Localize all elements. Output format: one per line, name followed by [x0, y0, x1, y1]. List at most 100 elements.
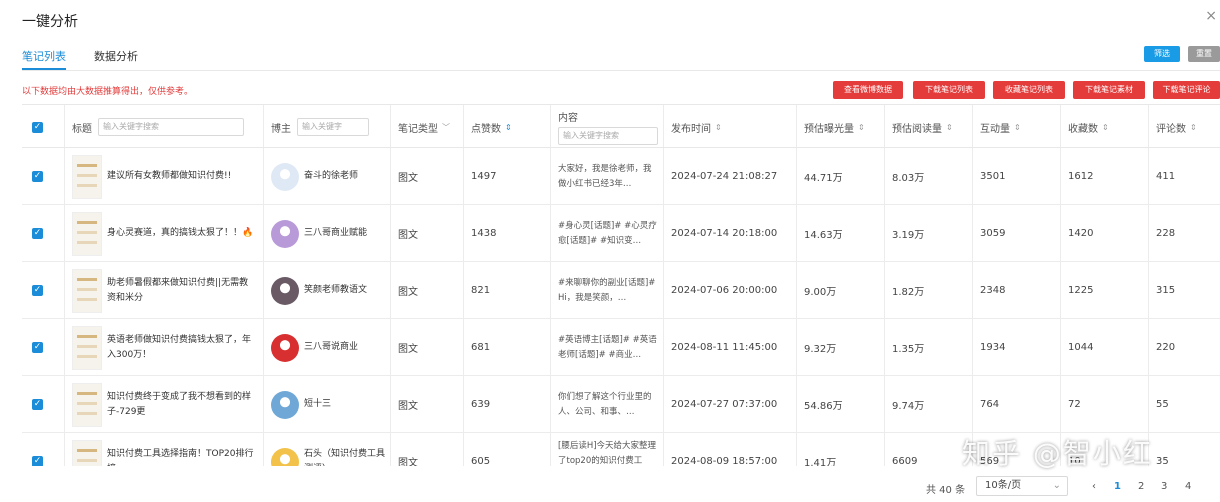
blogger-avatar[interactable]: [271, 333, 299, 362]
sort-icon[interactable]: ⇕: [858, 123, 865, 132]
note-title[interactable]: 知识付费工具选择指南！TOP20排行榜: [107, 447, 257, 467]
blogger-avatar[interactable]: [271, 390, 299, 419]
likes-count: 681: [471, 342, 491, 353]
header-interactions[interactable]: 互动量: [980, 120, 1010, 135]
header-reads[interactable]: 预估阅读量: [892, 120, 942, 135]
note-thumbnail[interactable]: [72, 439, 102, 466]
dialog-header: 一键分析 ×: [0, 0, 1220, 40]
title-search-input[interactable]: 输入关键字搜索: [98, 118, 244, 136]
notes-table: ✓ 标题 输入关键字搜索 博主 输入关键字 笔记类型 ﹀ 点赞数 ⇕ 内容 输入…: [22, 104, 1220, 466]
sort-icon[interactable]: ⇕: [715, 123, 722, 132]
exposure-value: 1.41万: [804, 458, 837, 466]
note-title[interactable]: 英语老师做知识付费搞钱太狠了，年入300万！: [107, 333, 257, 363]
page-1-button[interactable]: 1: [1114, 481, 1121, 492]
row-checkbox[interactable]: ✓: [32, 399, 43, 410]
chevron-down-icon: ⌄: [1052, 480, 1061, 491]
blogger-name[interactable]: 石头（知识付费工具测评）: [304, 447, 390, 467]
page-2-button[interactable]: 2: [1138, 481, 1144, 492]
reads-value: 8.03万: [892, 173, 925, 184]
comments-value: 315: [1156, 285, 1176, 296]
exposure-value: 54.86万: [804, 401, 843, 412]
sort-icon[interactable]: ⇕: [1190, 123, 1197, 132]
note-title[interactable]: 建议所有女教师都做知识付费!!: [107, 169, 257, 184]
header-blogger: 博主: [271, 123, 291, 135]
header-favorites[interactable]: 收藏数: [1068, 120, 1098, 135]
publish-time: 2024-07-24 21:08:27: [671, 171, 778, 182]
content-search-input[interactable]: 输入关键字搜索: [558, 127, 658, 145]
page-size-select[interactable]: 10条/页 ⌄: [976, 476, 1068, 496]
select-all-checkbox[interactable]: ✓: [32, 121, 43, 133]
note-thumbnail[interactable]: [72, 154, 102, 199]
note-type: 图文: [398, 173, 418, 184]
blogger-avatar[interactable]: [271, 162, 299, 191]
chevron-down-icon[interactable]: ﹀: [442, 122, 450, 133]
blogger-name[interactable]: 三八哥说商业: [304, 340, 390, 355]
note-type: 图文: [398, 344, 418, 355]
note-title[interactable]: 知识付费终于变成了我不想看到的样子-729更: [107, 390, 257, 420]
page-4-button[interactable]: 4: [1185, 481, 1191, 492]
note-content: 大家好，我是徐老师，我做小红书已经3年…: [558, 163, 652, 189]
note-thumbnail[interactable]: [72, 211, 102, 256]
reset-button[interactable]: 重置: [1188, 46, 1220, 62]
likes-count: 605: [471, 456, 491, 466]
favorite-note-list-button[interactable]: 收藏笔记列表: [993, 81, 1065, 99]
table-row[interactable]: ✓ 建议所有女教师都做知识付费!! 奋斗的徐老师 图文 1497 大家好，我是徐老师，我做…: [22, 148, 1220, 205]
exposure-value: 44.71万: [804, 173, 843, 184]
page-size-value: 10条/页: [985, 480, 1022, 491]
likes-count: 639: [471, 399, 491, 410]
sort-icon[interactable]: ⇕: [1014, 123, 1021, 132]
note-title[interactable]: 身心灵赛道，真的搞钱太狠了！！🔥: [107, 226, 257, 241]
sort-icon[interactable]: ⇕: [505, 123, 512, 132]
blogger-name[interactable]: 奋斗的徐老师: [304, 169, 390, 184]
blogger-name[interactable]: 短十三: [304, 397, 390, 412]
table-row[interactable]: ✓ 助老师暑假都来做知识付费||无需教资和米分 笑颜老师教语文 图文 821 #来聊聊你的…: [22, 262, 1220, 319]
note-thumbnail[interactable]: [72, 325, 102, 370]
row-checkbox[interactable]: ✓: [32, 171, 43, 182]
header-likes[interactable]: 点赞数: [471, 120, 501, 135]
table-row[interactable]: ✓ 知识付费终于变成了我不想看到的样子-729更 短十三 图文 639 你们想了解这个行业…: [22, 376, 1220, 433]
note-thumbnail[interactable]: [72, 268, 102, 313]
header-note-type[interactable]: 笔记类型: [398, 120, 438, 135]
comments-value: 220: [1156, 342, 1176, 353]
row-checkbox[interactable]: ✓: [32, 228, 43, 239]
comments-value: 228: [1156, 228, 1176, 239]
table-row[interactable]: ✓ 英语老师做知识付费搞钱太狠了，年入300万！ 三八哥说商业 图文 681 #英语博主[…: [22, 319, 1220, 376]
header-exposure[interactable]: 预估曝光量: [804, 120, 854, 135]
page-3-button[interactable]: 3: [1161, 481, 1167, 492]
blogger-name[interactable]: 笑颜老师教语文: [304, 283, 390, 298]
view-weibo-data-button[interactable]: 查看微博数据: [833, 81, 903, 99]
header-comments[interactable]: 评论数: [1156, 120, 1186, 135]
close-icon[interactable]: ×: [1205, 8, 1217, 24]
note-content: [腰后读H]今天给大家整理了top20的知识付费工具…: [558, 441, 657, 466]
tab-data-analysis[interactable]: 数据分析: [94, 46, 138, 70]
download-note-assets-button[interactable]: 下载笔记素材: [1073, 81, 1145, 99]
row-checkbox[interactable]: ✓: [32, 456, 43, 466]
filter-button[interactable]: 筛选: [1144, 46, 1180, 62]
blogger-avatar[interactable]: [271, 447, 299, 466]
row-checkbox[interactable]: ✓: [32, 285, 43, 296]
reads-value: 9.74万: [892, 401, 925, 412]
blogger-search-input[interactable]: 输入关键字: [297, 118, 369, 136]
download-note-comments-button[interactable]: 下载笔记评论: [1153, 81, 1220, 99]
blogger-avatar[interactable]: [271, 219, 299, 248]
header-publish-time[interactable]: 发布时间: [671, 120, 711, 135]
download-note-list-button[interactable]: 下载笔记列表: [913, 81, 985, 99]
sort-icon[interactable]: ⇕: [1102, 123, 1109, 132]
interactions-value: 2348: [980, 285, 1006, 296]
pagination-bar: 共 40 条 10条/页 ⌄ ‹ 1 2 3 4: [0, 472, 1220, 502]
blogger-avatar[interactable]: [271, 276, 299, 305]
total-count: 共 40 条: [926, 485, 966, 496]
exposure-value: 9.32万: [804, 344, 837, 355]
tab-bar: 笔记列表 数据分析: [22, 46, 166, 70]
table-row[interactable]: ✓ 身心灵赛道，真的搞钱太狠了！！🔥 三八哥商业赋能 图文 1438 #身心灵[话题]# …: [22, 205, 1220, 262]
prev-page-button[interactable]: ‹: [1092, 481, 1096, 492]
row-checkbox[interactable]: ✓: [32, 342, 43, 353]
note-title[interactable]: 助老师暑假都来做知识付费||无需教资和米分: [107, 276, 257, 306]
note-thumbnail[interactable]: [72, 382, 102, 427]
favorites-value: 72: [1068, 399, 1081, 410]
tab-note-list[interactable]: 笔记列表: [22, 46, 66, 70]
tab-divider: [22, 70, 1220, 71]
blogger-name[interactable]: 三八哥商业赋能: [304, 226, 390, 241]
note-content: #身心灵[话题]# #心灵疗愈[话题]# #知识变…: [558, 220, 657, 246]
sort-icon[interactable]: ⇕: [946, 123, 953, 132]
